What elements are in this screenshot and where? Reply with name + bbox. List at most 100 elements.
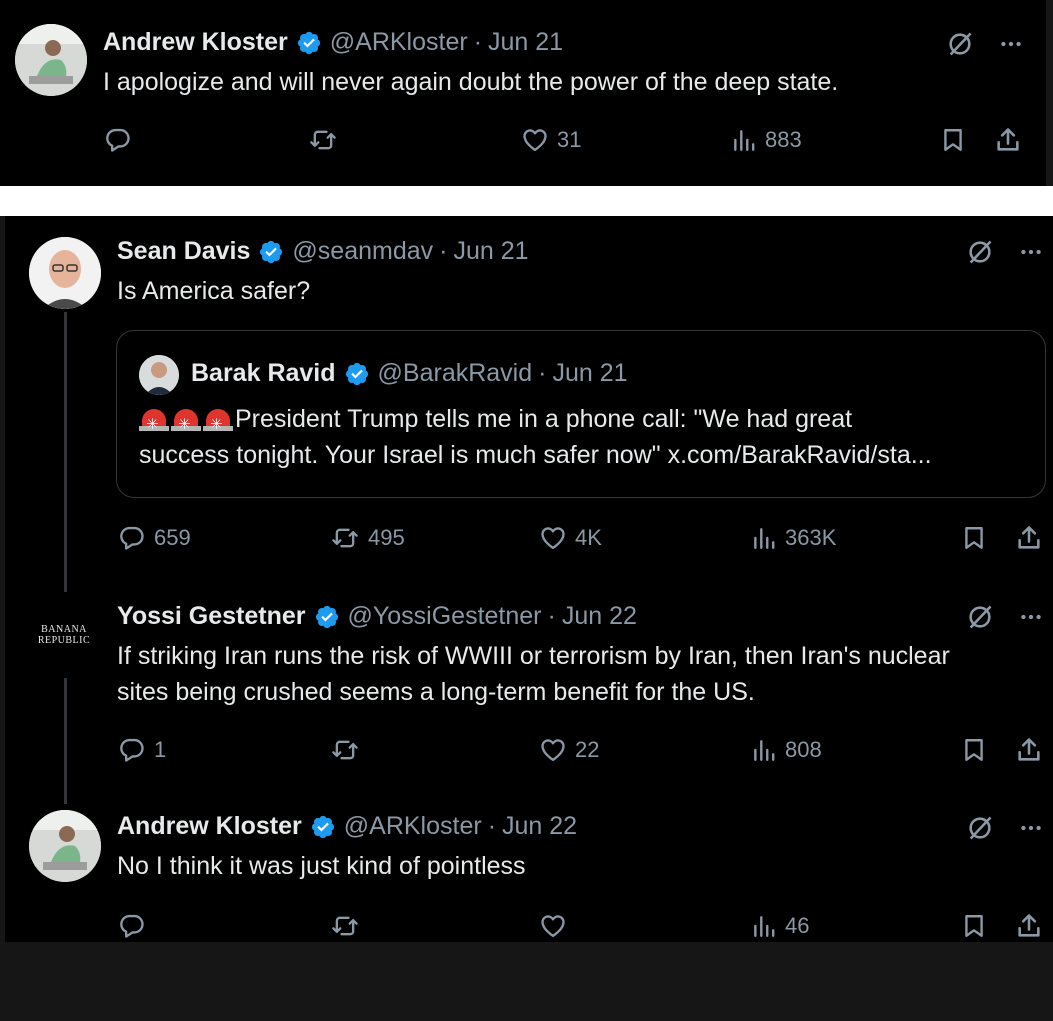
bookmark-icon [961,736,987,764]
quoted-text-line1: President Trump tells me in a phone call… [235,405,853,433]
repost-button[interactable] [330,736,368,764]
author-handle[interactable]: @ARKloster [330,28,468,57]
share-button[interactable] [1015,736,1043,764]
author-handle[interactable]: @ARKloster [344,812,482,841]
separator: · [487,812,497,840]
reply-icon [118,912,146,940]
like-button[interactable] [539,912,575,940]
siren-emoji-icon [203,407,233,443]
reply-button[interactable] [104,126,140,154]
avatar[interactable] [139,355,179,395]
author-name[interactable]: Andrew Kloster [103,28,288,57]
share-button[interactable] [1015,912,1043,940]
reply-icon [104,126,132,154]
verified-badge-icon [258,239,284,265]
views-count: 363K [785,525,837,550]
tweet-text-line2: sites being crushed seems a long-term be… [117,678,755,706]
verified-badge-icon [344,361,370,387]
author-handle[interactable]: @YossiGestetner [348,602,542,631]
avatar-logo-line2: REPUBLIC [37,635,91,646]
tweet[interactable]: Sean Davis @seanmdav · Jun 21 Is America… [5,216,1053,576]
quoted-tweet[interactable]: Barak Ravid @BarakRavid · Jun 21 Preside… [116,330,1046,498]
like-icon [539,912,567,940]
avatar[interactable] [15,24,87,96]
quoted-author-handle[interactable]: @BarakRavid [378,359,533,388]
views-icon [751,912,777,940]
grok-icon[interactable] [946,30,974,63]
avatar[interactable] [29,810,101,882]
separator: · [547,602,556,630]
bookmark-button[interactable] [961,912,987,940]
views-button[interactable]: 883 [731,126,802,154]
reply-button[interactable] [118,912,154,940]
like-count: 22 [575,737,600,762]
tweet-date[interactable]: Jun 21 [453,237,528,266]
tweet-actions: 659 495 4K 363K [5,524,1053,554]
repost-count: 495 [368,525,405,550]
verified-badge-icon [296,30,322,56]
like-button[interactable]: 4K [539,524,602,552]
repost-button[interactable]: 495 [330,524,405,552]
separator: · [439,237,448,265]
more-icon[interactable] [1018,604,1044,635]
repost-button[interactable] [330,912,368,940]
grok-icon[interactable] [966,238,994,271]
reply-button[interactable]: 659 [118,524,191,552]
more-icon[interactable] [998,31,1024,62]
repost-button[interactable] [308,126,346,154]
repost-icon [308,126,338,154]
views-button[interactable]: 46 [751,912,809,940]
like-count: 31 [557,127,582,152]
quoted-author-name[interactable]: Barak Ravid [191,359,336,388]
quoted-tweet-date[interactable]: Jun 21 [552,359,627,388]
bookmark-icon [961,912,987,940]
reply-count: 659 [154,525,191,550]
tweet-text: No I think it was just kind of pointless [117,852,526,880]
reply-icon [118,524,146,552]
tweet-actions: 46 [5,912,1053,942]
tweet[interactable]: BANANA REPUBLIC Yossi Gestetner @YossiGe… [5,586,1053,796]
bookmark-icon [940,126,966,154]
like-icon [539,736,567,764]
avatar[interactable] [29,237,101,309]
separator: · [473,28,483,56]
reply-button[interactable]: 1 [118,736,166,764]
tweet-text: Is America safer? [117,277,311,305]
views-icon [751,736,777,764]
tweet-text-line1: If striking Iran runs the risk of WWIII … [117,642,950,670]
bookmark-button[interactable] [940,126,966,154]
author-name[interactable]: Andrew Kloster [117,812,302,841]
share-button[interactable] [1015,524,1043,552]
bookmark-button[interactable] [961,736,987,764]
quoted-text-line2: success tonight. Your Israel is much saf… [139,441,932,469]
tweet-date[interactable]: Jun 21 [488,28,563,57]
tweet[interactable]: Andrew Kloster @ARKloster · Jun 21 I apo… [0,0,1046,186]
like-button[interactable]: 31 [521,126,581,154]
bookmark-button[interactable] [961,524,987,552]
tweet-date[interactable]: Jun 22 [502,812,577,841]
tweet[interactable]: Andrew Kloster @ARKloster · Jun 22 No I … [5,806,1053,942]
more-icon[interactable] [1018,239,1044,270]
tweet-panel-thread: Sean Davis @seanmdav · Jun 21 Is America… [5,216,1053,942]
share-button[interactable] [994,126,1022,154]
separator: · [538,359,547,387]
avatar[interactable]: BANANA REPUBLIC [29,624,99,646]
author-name[interactable]: Yossi Gestetner [117,602,306,631]
share-icon [1015,524,1043,552]
tweet-date[interactable]: Jun 22 [562,602,637,631]
grok-icon[interactable] [966,814,994,847]
more-icon[interactable] [1018,815,1044,846]
author-handle[interactable]: @seanmdav [292,237,433,266]
repost-icon [330,524,360,552]
like-button[interactable]: 22 [539,736,599,764]
avatar-logo-line1: BANANA [41,624,87,635]
views-icon [731,126,757,154]
views-button[interactable]: 808 [751,736,822,764]
author-name[interactable]: Sean Davis [117,237,250,266]
grok-icon[interactable] [966,603,994,636]
verified-badge-icon [314,604,340,630]
repost-icon [330,912,360,940]
views-button[interactable]: 363K [751,524,836,552]
tweet-actions: 1 22 808 [5,736,1053,766]
siren-emoji-icon [139,407,169,443]
